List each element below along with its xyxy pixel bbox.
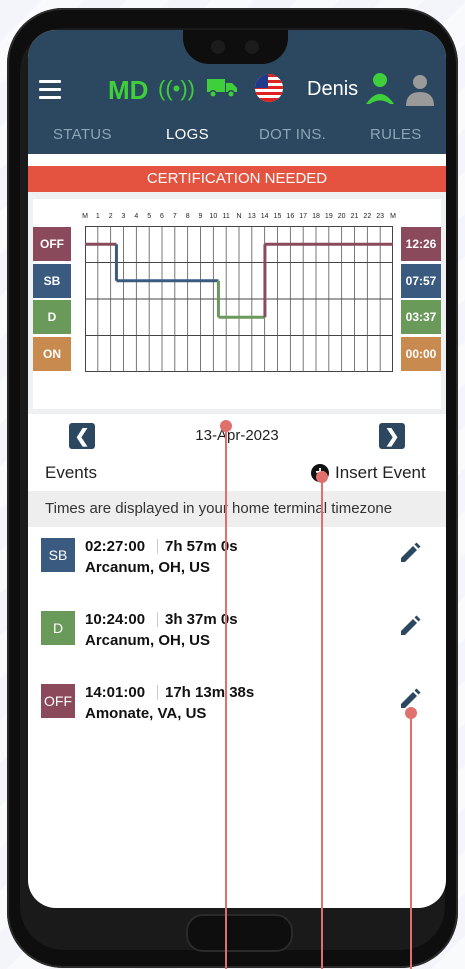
- camera-icon: [211, 40, 225, 54]
- event-duration: 17h 13m 38s: [165, 684, 255, 701]
- hour-tick-label: 2: [108, 213, 113, 220]
- tab-logs[interactable]: LOGS: [166, 126, 209, 143]
- hour-tick-label: 19: [324, 213, 333, 220]
- timezone-note: Times are displayed in your home termina…: [28, 491, 446, 527]
- truck-icon: [207, 79, 237, 98]
- signal-icon: ((•)): [158, 76, 196, 101]
- hour-tick-label: 17: [299, 213, 308, 220]
- hour-tick-label: 13: [247, 213, 256, 220]
- hour-tick-label: 5: [147, 213, 152, 220]
- hour-tick-label: 6: [160, 213, 164, 220]
- tab-rules[interactable]: RULES: [370, 126, 422, 143]
- insert-event-button[interactable]: + Insert Event: [311, 463, 426, 483]
- log-chart-area: M 1 2 3 4 5 6 7 8 9 10 11 N 13 14 15 16 17 18 19 20 21 22 23 M O…: [28, 192, 446, 414]
- insert-event-label: Insert Event: [335, 463, 426, 482]
- annotation-line: [225, 425, 227, 969]
- hour-tick-label: 15: [273, 213, 282, 220]
- hour-tick-label: 18: [312, 213, 320, 220]
- events-title: Events: [45, 463, 97, 482]
- event-location: Arcanum, OH, US: [85, 632, 211, 649]
- status-label-sb: SB: [33, 263, 71, 298]
- hour-tick-label: 11: [222, 213, 230, 220]
- next-day-button[interactable]: ❯: [379, 423, 405, 449]
- event-status-badge: D: [41, 611, 75, 645]
- codriver-icon[interactable]: [405, 74, 435, 106]
- annotation-marker: [405, 707, 417, 719]
- status-total-on: 00:00: [401, 336, 441, 371]
- divider: [157, 685, 158, 700]
- md-label: MD: [108, 75, 149, 105]
- hour-tick-label: 1: [95, 213, 100, 220]
- hour-tick-label: 23: [376, 213, 385, 220]
- event-time: 02:27:00: [85, 538, 146, 555]
- hour-tick-label: M: [390, 213, 396, 220]
- tab-dot-ins[interactable]: DOT INS.: [259, 126, 326, 143]
- status-total-d: 03:37: [401, 300, 441, 334]
- active-tab-indicator: [145, 162, 238, 164]
- annotation-marker: [316, 471, 328, 483]
- status-total-sb: 07:57: [401, 263, 441, 298]
- hamburger-icon[interactable]: [39, 80, 61, 99]
- hour-tick-label: N: [236, 213, 242, 220]
- event-row[interactable]: D 10:24:00 3h 37m 0s Arcanum, OH, US: [28, 603, 446, 663]
- divider: [157, 539, 158, 554]
- date-navigation: ❮ 13-Apr-2023 ❯: [28, 415, 446, 455]
- tab-status[interactable]: STATUS: [53, 126, 112, 143]
- tab-bar: STATUS LOGS DOT INS. RULES: [28, 118, 446, 154]
- pencil-icon[interactable]: [399, 615, 421, 637]
- driver-icon[interactable]: [364, 72, 396, 106]
- hour-tick-label: 14: [260, 213, 269, 220]
- hour-tick-label: 10: [209, 213, 218, 220]
- annotation-line: [321, 476, 323, 969]
- hour-tick-label: 4: [134, 213, 139, 220]
- event-time: 10:24:00: [85, 611, 146, 628]
- status-total-off: 12:26: [401, 227, 441, 261]
- hour-tick-label: 20: [337, 213, 346, 220]
- camera-notch: [183, 30, 288, 64]
- annotation-line: [410, 712, 412, 969]
- event-row[interactable]: SB 02:27:00 7h 57m 0s Arcanum, OH, US: [28, 530, 446, 590]
- hour-tick-label: 21: [350, 213, 359, 220]
- divider: [157, 612, 158, 627]
- event-status-badge: SB: [41, 538, 75, 572]
- log-chart: M 1 2 3 4 5 6 7 8 9 10 11 N 13 14 15 16 17 18 19 20 21 22 23 M O…: [33, 199, 441, 409]
- hour-tick-label: 7: [172, 213, 177, 220]
- annotation-marker: [220, 420, 232, 432]
- event-status-badge: OFF: [41, 684, 75, 718]
- hour-tick-label: 8: [185, 213, 190, 220]
- status-label-on: ON: [33, 336, 71, 371]
- hour-tick-label: 22: [363, 213, 372, 220]
- event-location: Amonate, VA, US: [85, 705, 207, 722]
- event-time: 14:01:00: [85, 684, 146, 701]
- app-screen: MD ((•)) Denis STATUS LOGS DOT INS. RULE…: [28, 30, 446, 908]
- log-grid: [85, 226, 393, 372]
- pencil-icon[interactable]: [399, 542, 421, 564]
- status-label-d: D: [33, 300, 71, 334]
- user-name[interactable]: Denis: [307, 78, 358, 101]
- event-location: Arcanum, OH, US: [85, 559, 211, 576]
- hour-tick-label: 9: [198, 213, 203, 220]
- event-row[interactable]: OFF 14:01:00 17h 13m 38s Amonate, VA, US: [28, 676, 446, 736]
- sensor-icon: [245, 40, 259, 54]
- hour-tick-label: M: [82, 213, 88, 220]
- status-label-off: OFF: [33, 227, 71, 261]
- home-button[interactable]: [186, 914, 293, 952]
- us-flag-icon[interactable]: [255, 74, 283, 102]
- hour-tick-label: 16: [286, 213, 295, 220]
- hour-tick-label: 3: [121, 213, 126, 220]
- events-header: Events + Insert Event: [28, 455, 446, 491]
- certification-banner[interactable]: CERTIFICATION NEEDED: [28, 166, 446, 192]
